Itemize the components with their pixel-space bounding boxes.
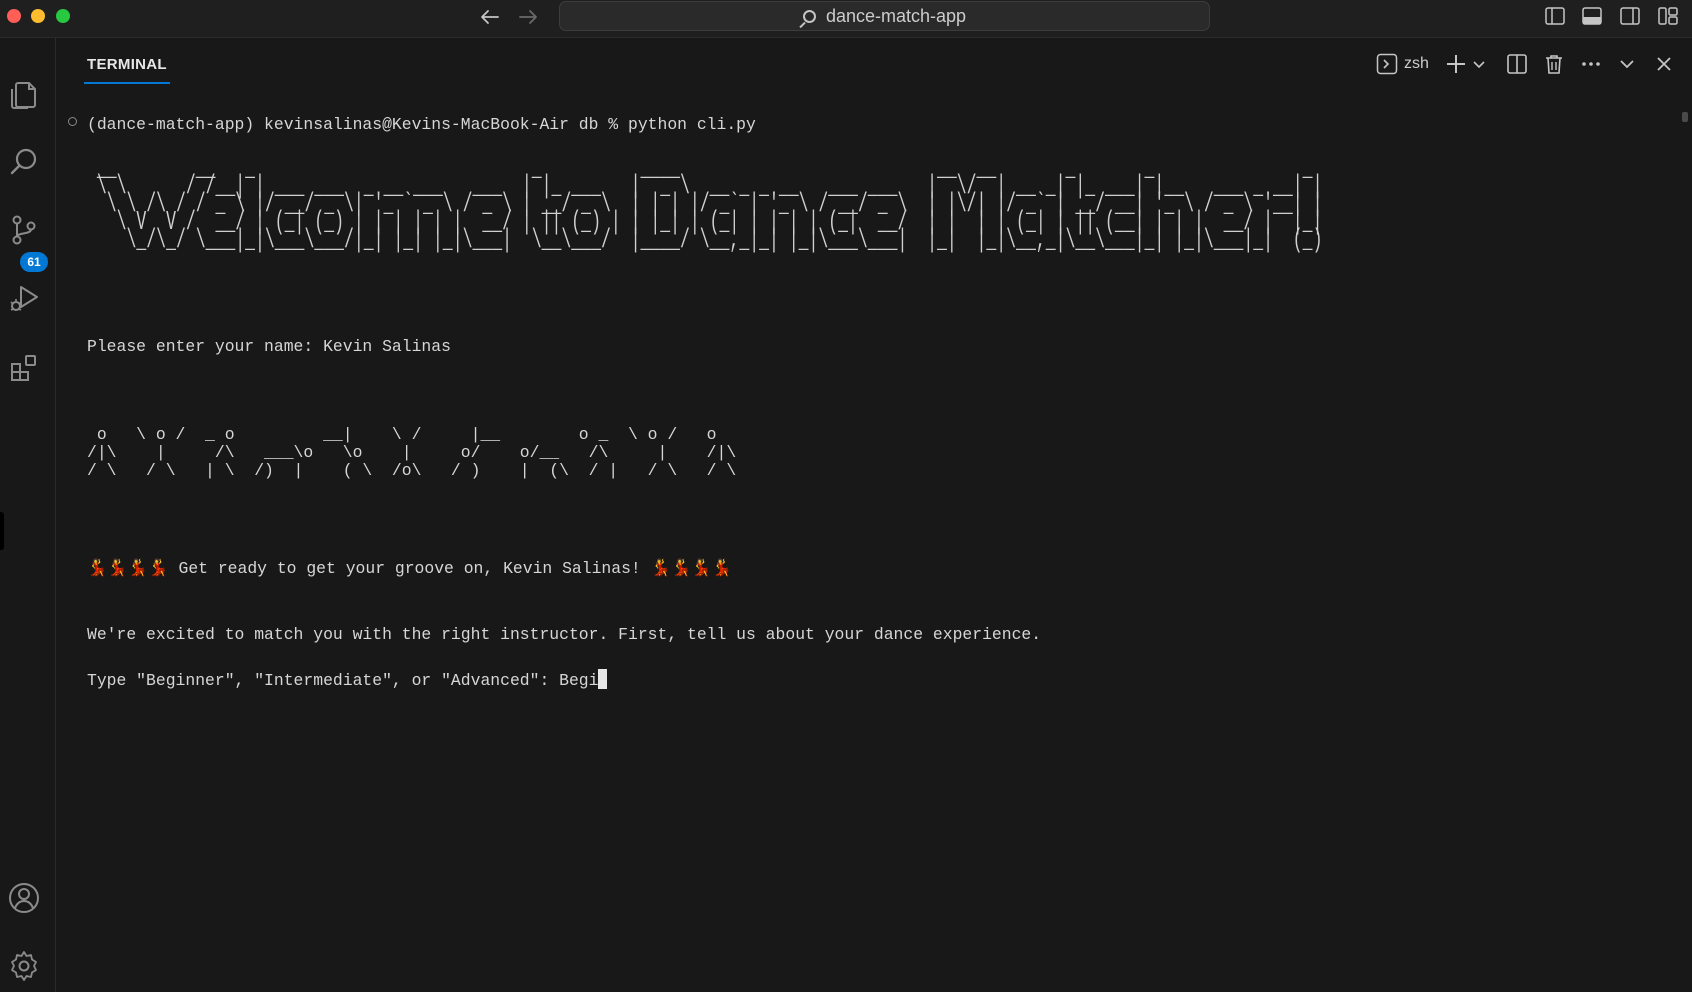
maximize-window-button[interactable]: [56, 9, 70, 23]
minimize-window-button[interactable]: [31, 9, 45, 23]
terminal-shell-selector[interactable]: zsh: [1376, 52, 1429, 76]
toggle-secondary-sidebar-icon[interactable]: [1618, 4, 1642, 28]
experience-prompt-text: Type "Beginner", "Intermediate", or "Adv…: [87, 671, 599, 690]
search-icon[interactable]: [4, 142, 44, 182]
toggle-panel-icon[interactable]: [1580, 4, 1604, 28]
window-title: dance-match-app: [825, 5, 967, 26]
arrow-right-icon[interactable]: [515, 4, 541, 30]
dancer-emoji-left: 💃💃💃💃: [87, 559, 169, 578]
collapse-panel-icon[interactable]: [1618, 52, 1636, 76]
shell-name: zsh: [1404, 55, 1429, 72]
welcome-ascii-banner: __ __ _ _ ____ __ __ _ _ _ \ \ / /__| | …: [96, 154, 1323, 256]
terminal-scrollbar[interactable]: [1678, 90, 1692, 992]
search-icon: [802, 9, 816, 23]
source-control-badge: 61: [20, 252, 48, 272]
groove-line: 💃💃💃💃 Get ready to get your groove on, Ke…: [87, 559, 732, 579]
source-control-icon[interactable]: [4, 210, 44, 250]
more-actions-icon[interactable]: [1580, 52, 1602, 76]
groove-text: Get ready to get your groove on, Kevin S…: [168, 559, 651, 578]
terminal-icon: [1376, 53, 1398, 75]
active-tab-indicator: [84, 82, 170, 84]
experience-prompt-line[interactable]: Type "Beginner", "Intermediate", or "Adv…: [87, 669, 608, 691]
account-icon[interactable]: [4, 878, 44, 918]
window-edge-notch: [0, 512, 4, 550]
terminal-cursor: [598, 669, 608, 689]
launch-profile-chevron-icon[interactable]: [1472, 52, 1486, 76]
activity-bar: 61: [0, 38, 56, 992]
terminal-scrollbar-thumb[interactable]: [1682, 112, 1688, 122]
arrow-left-icon[interactable]: [477, 4, 503, 30]
close-panel-icon[interactable]: [1655, 52, 1673, 76]
name-prompt-line: Please enter your name: Kevin Salinas: [87, 337, 451, 356]
command-center-search[interactable]: dance-match-app: [559, 1, 1210, 31]
files-icon[interactable]: [4, 74, 44, 114]
excited-line: We're excited to match you with the righ…: [87, 625, 1042, 644]
split-terminal-icon[interactable]: [1506, 52, 1528, 76]
dancer-emoji-right: 💃💃💃💃: [650, 559, 733, 578]
new-terminal-icon[interactable]: [1445, 52, 1467, 76]
customize-layout-icon[interactable]: [1656, 4, 1680, 28]
kill-terminal-icon[interactable]: [1543, 52, 1565, 76]
panel-header: TERMINAL zsh: [56, 38, 1692, 90]
command-line: (dance-match-app) kevinsalinas@Kevins-Ma…: [87, 115, 756, 134]
close-window-button[interactable]: [7, 9, 21, 23]
tab-terminal[interactable]: TERMINAL: [87, 56, 167, 73]
gear-icon[interactable]: [4, 946, 44, 986]
run-debug-icon[interactable]: [4, 278, 44, 318]
extensions-icon[interactable]: [4, 348, 44, 388]
dancers-ascii-art: o \ o / _ o __| \ / |__ o _ \ o / o /|\ …: [87, 425, 737, 480]
command-decoration-icon[interactable]: [68, 117, 77, 126]
title-bar: dance-match-app: [0, 0, 1692, 38]
toggle-primary-sidebar-icon[interactable]: [1543, 4, 1567, 28]
